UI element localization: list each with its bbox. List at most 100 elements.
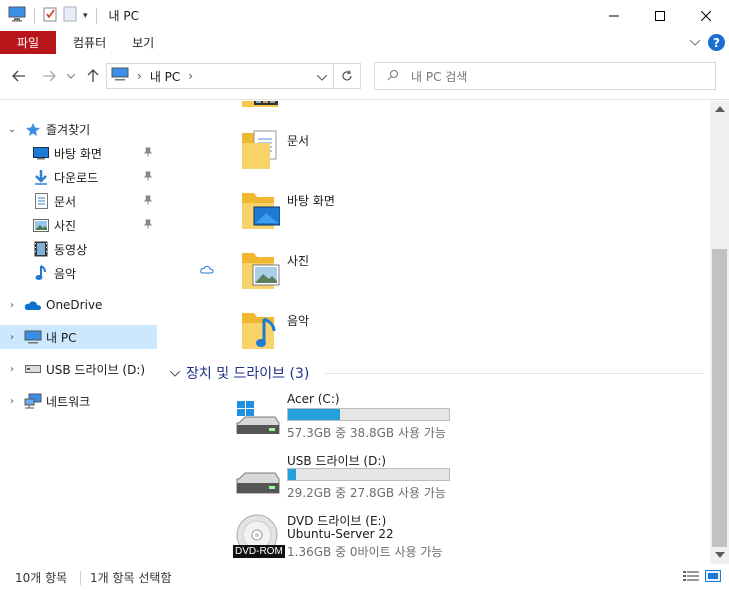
videos-folder-icon[interactable] <box>240 101 280 115</box>
title-bar: ▾ 내 PC <box>0 0 729 31</box>
sidebar-item-label: 다운로드 <box>54 170 99 185</box>
ribbon-right: ? <box>689 31 725 54</box>
quick-access-toolbar: ▾ <box>0 0 99 31</box>
chevron-right-icon[interactable]: › <box>6 332 18 343</box>
drive-name[interactable]: USB 드라이브 (D:) <box>287 452 386 469</box>
sidebar-item-label: 내 PC <box>46 330 77 345</box>
back-button[interactable] <box>10 66 28 86</box>
sidebar-item-videos[interactable]: 동영상 <box>0 237 157 261</box>
sidebar-item-onedrive[interactable]: › OneDrive <box>0 293 157 317</box>
close-button[interactable] <box>683 0 729 31</box>
properties-icon[interactable] <box>43 6 57 25</box>
drive-name[interactable]: Acer (C:) <box>287 392 340 406</box>
selection-count: 1개 항목 선택함 <box>90 571 172 585</box>
dvd-drive-icon[interactable]: DVD-ROM <box>233 513 285 561</box>
drive-usage-bar <box>287 468 450 481</box>
tab-file[interactable]: 파일 <box>0 31 56 54</box>
film-icon <box>32 240 50 258</box>
pc-icon <box>8 6 26 25</box>
large-icons-view-icon[interactable] <box>705 570 721 585</box>
star-icon <box>24 120 42 138</box>
chevron-right-icon[interactable]: › <box>6 300 18 311</box>
scroll-down-arrow[interactable] <box>714 551 725 563</box>
sidebar-item-network[interactable]: › 네트워크 <box>0 389 157 413</box>
navigation-bar: › 내 PC › 내 PC 검색 <box>0 54 729 100</box>
maximize-button[interactable] <box>637 0 683 31</box>
new-folder-icon[interactable] <box>63 6 77 25</box>
sidebar-item-label: 즐겨찾기 <box>46 122 91 137</box>
scrollbar-thumb[interactable] <box>712 249 727 547</box>
search-icon <box>387 69 399 84</box>
recent-locations-button[interactable] <box>64 66 78 86</box>
sidebar-item-this-pc[interactable]: › 내 PC <box>0 325 157 349</box>
chevron-down-icon[interactable] <box>169 365 181 381</box>
sidebar-item-documents[interactable]: 문서 <box>0 189 157 213</box>
chevron-right-icon[interactable]: › <box>188 69 193 83</box>
pin-icon[interactable] <box>143 195 153 208</box>
desktop-folder-icon[interactable] <box>240 185 281 231</box>
chevron-right-icon[interactable]: › <box>6 396 18 407</box>
music-folder-icon[interactable] <box>240 305 280 351</box>
devices-group-header[interactable]: 장치 및 드라이브 (3) <box>169 363 309 383</box>
pictures-folder-icon[interactable] <box>240 245 280 291</box>
drive-usage-fill <box>288 409 340 420</box>
cloud-icon <box>24 296 42 314</box>
document-icon <box>32 192 50 210</box>
pin-icon[interactable] <box>143 147 153 160</box>
ribbon-tabs: 파일 컴퓨터 보기 ? <box>0 31 729 54</box>
folder-name[interactable]: 바탕 화면 <box>287 192 335 209</box>
help-icon[interactable]: ? <box>708 34 725 51</box>
folder-name[interactable]: 문서 <box>287 132 309 149</box>
chevron-right-icon[interactable]: › <box>6 364 18 375</box>
download-arrow-icon <box>32 168 50 186</box>
pin-icon[interactable] <box>143 219 153 232</box>
sidebar-item-label: 바탕 화면 <box>54 146 102 161</box>
chevron-down-icon[interactable]: ⌄ <box>6 124 18 135</box>
navigation-pane: ⌄ 즐겨찾기 바탕 화면 다운로드 문서 사진 동영상 음악 › OneDriv… <box>0 101 160 564</box>
usb-drive-icon[interactable] <box>235 471 281 502</box>
vertical-scrollbar[interactable] <box>710 101 729 564</box>
sidebar-item-label: OneDrive <box>46 298 103 312</box>
drive-usage-fill <box>288 469 297 480</box>
scroll-up-arrow[interactable] <box>714 105 725 117</box>
minimize-button[interactable] <box>591 0 637 31</box>
pc-icon <box>24 328 42 346</box>
item-count: 10개 항목 <box>15 571 68 585</box>
expand-ribbon-icon[interactable] <box>689 36 701 49</box>
up-button[interactable] <box>84 66 102 86</box>
documents-folder-icon[interactable] <box>240 125 280 171</box>
divider <box>95 7 97 24</box>
folder-name[interactable]: 음악 <box>287 312 309 329</box>
divider <box>325 373 705 374</box>
address-bar[interactable]: › 내 PC › <box>106 63 334 89</box>
refresh-button[interactable] <box>333 63 361 89</box>
sidebar-item-usb[interactable]: › USB 드라이브 (D:) <box>0 357 157 381</box>
sidebar-item-quick-access[interactable]: ⌄ 즐겨찾기 <box>0 117 157 141</box>
sidebar-item-label: USB 드라이브 (D:) <box>46 362 146 377</box>
drive-free-space: 29.2GB 중 27.8GB 사용 가능 <box>287 486 446 500</box>
sidebar-item-downloads[interactable]: 다운로드 <box>0 165 157 189</box>
sidebar-item-pictures[interactable]: 사진 <box>0 213 157 237</box>
breadcrumb-item[interactable]: 내 PC <box>150 68 180 85</box>
details-view-icon[interactable] <box>683 570 699 585</box>
address-dropdown-icon[interactable] <box>316 70 328 84</box>
divider <box>80 570 81 585</box>
chevron-right-icon[interactable]: › <box>137 69 142 83</box>
pin-icon[interactable] <box>143 171 153 184</box>
music-note-icon <box>32 264 50 282</box>
sidebar-item-label: 동영상 <box>54 242 88 257</box>
drive-volume-label: Ubuntu-Server 22 <box>287 527 394 541</box>
tab-computer[interactable]: 컴퓨터 <box>60 31 119 54</box>
dvd-rom-badge: DVD-ROM <box>233 545 285 558</box>
folder-name[interactable]: 사진 <box>287 252 309 269</box>
search-input[interactable]: 내 PC 검색 <box>374 62 716 90</box>
windows-drive-icon[interactable] <box>235 401 281 442</box>
desktop-icon <box>32 144 50 162</box>
sidebar-item-music[interactable]: 음악 <box>0 261 157 285</box>
sidebar-item-desktop[interactable]: 바탕 화면 <box>0 141 157 165</box>
sidebar-item-label: 사진 <box>54 218 77 233</box>
tab-view[interactable]: 보기 <box>119 31 167 54</box>
forward-button[interactable] <box>40 66 58 86</box>
drive-usage-bar <box>287 408 450 421</box>
customize-toolbar-icon[interactable]: ▾ <box>83 11 88 21</box>
